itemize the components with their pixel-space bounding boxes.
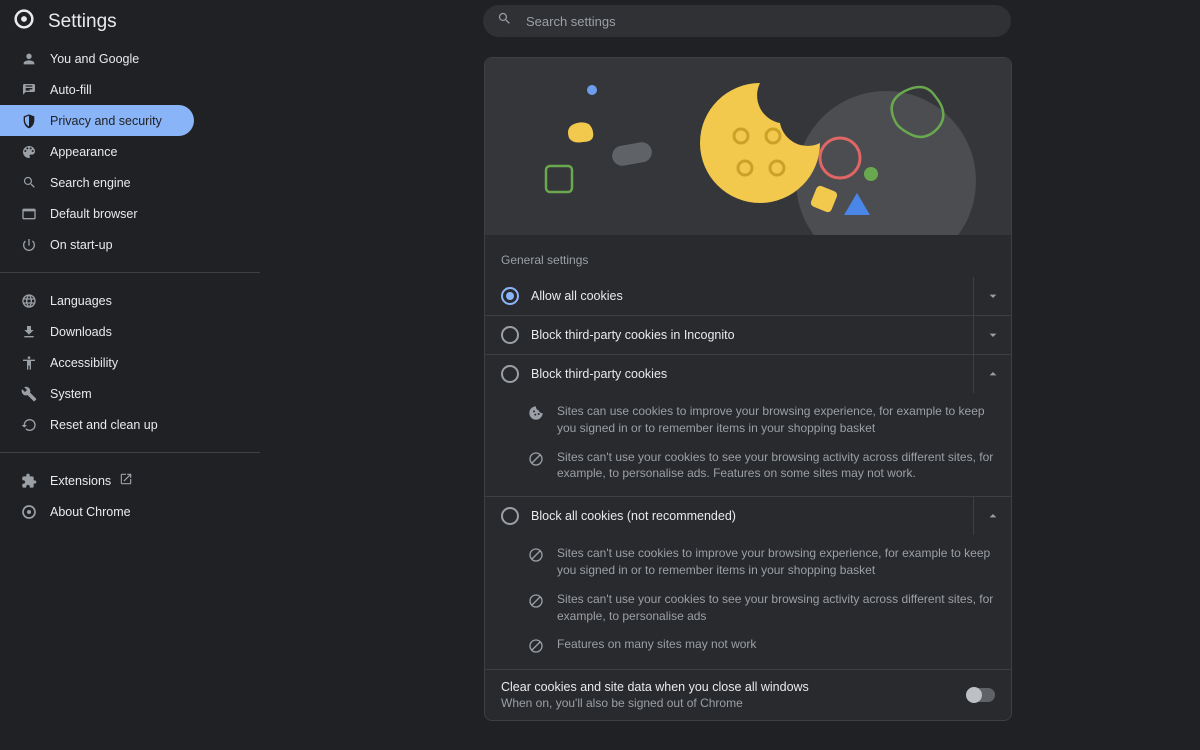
languages-icon <box>20 292 38 310</box>
detail-text: Sites can't use your cookies to see your… <box>557 449 995 483</box>
sidebar-label: On start-up <box>50 238 113 252</box>
detail-row: Sites can't use your cookies to see your… <box>485 585 1011 631</box>
sidebar-label: Appearance <box>50 145 117 159</box>
sidebar-item-about-chrome[interactable]: About Chrome <box>0 496 260 527</box>
radio-label: Block third-party cookies in Incognito <box>531 328 973 342</box>
sidebar-label: Search engine <box>50 176 131 190</box>
cookie-option-allow-all: Allow all cookies <box>485 277 1011 315</box>
about-chrome-icon <box>20 503 38 521</box>
search-bar[interactable] <box>483 5 1011 37</box>
chevron-down-icon[interactable] <box>973 316 1011 354</box>
appearance-icon <box>20 143 38 161</box>
detail-row: Sites can't use cookies to improve your … <box>485 539 1011 585</box>
sidebar: You and Google Auto-fill Privacy and secur… <box>0 43 260 527</box>
radio-label: Block third-party cookies <box>531 367 973 381</box>
detail-text: Features on many sites may not work <box>557 636 756 655</box>
radio-block-tp[interactable] <box>501 365 519 383</box>
sidebar-item-accessibility[interactable]: Accessibility <box>0 347 260 378</box>
clear-cookies-row: Clear cookies and site data when you clo… <box>485 669 1011 720</box>
cookie-icon <box>527 404 545 422</box>
detail-row: Sites can't use your cookies to see your… <box>485 443 1011 489</box>
detail-row: Features on many sites may not work <box>485 630 1011 661</box>
sidebar-label: Extensions <box>50 474 111 488</box>
sidebar-item-search-engine[interactable]: Search engine <box>0 167 260 198</box>
radio-allow-all[interactable] <box>501 287 519 305</box>
sidebar-label: Accessibility <box>50 356 118 370</box>
search-engine-icon <box>20 174 38 192</box>
sidebar-label: Privacy and security <box>50 114 162 128</box>
clear-cookies-toggle[interactable] <box>967 688 995 702</box>
divider <box>0 272 260 273</box>
block-icon <box>527 450 545 468</box>
sidebar-item-system[interactable]: System <box>0 378 260 409</box>
auto-fill-icon <box>20 81 38 99</box>
radio-block-tp-incognito[interactable] <box>501 326 519 344</box>
on-start-up-icon <box>20 236 38 254</box>
external-link-icon <box>119 472 133 489</box>
chevron-down-icon[interactable] <box>973 277 1011 315</box>
block-icon <box>527 637 545 655</box>
divider <box>0 452 260 453</box>
hero-illustration <box>485 58 1011 235</box>
sidebar-item-you-and-google[interactable]: You and Google <box>0 43 260 74</box>
privacy-and-security-icon <box>20 112 38 130</box>
sidebar-item-default-browser[interactable]: Default browser <box>0 198 260 229</box>
sidebar-label: Reset and clean up <box>50 418 158 432</box>
radio-label: Allow all cookies <box>531 289 973 303</box>
page-title: Settings <box>48 11 117 33</box>
cookie-option-block-all: Block all cookies (not recommended) Sites… <box>485 496 1011 669</box>
sidebar-label: About Chrome <box>50 505 131 519</box>
sidebar-item-auto-fill[interactable]: Auto-fill <box>0 74 260 105</box>
detail-row: Sites can use cookies to improve your br… <box>485 397 1011 443</box>
clear-cookies-title: Clear cookies and site data when you clo… <box>501 680 967 694</box>
sidebar-item-reset-and-clean-up[interactable]: Reset and clean up <box>0 409 260 440</box>
detail-text: Sites can't use your cookies to see your… <box>557 591 995 625</box>
extensions-icon <box>20 472 38 490</box>
reset-and-clean-up-icon <box>20 416 38 434</box>
sidebar-item-privacy-and-security[interactable]: Privacy and security <box>0 105 194 136</box>
clear-cookies-sub: When on, you'll also be signed out of Ch… <box>501 696 967 710</box>
search-input[interactable] <box>526 14 997 29</box>
sidebar-label: Downloads <box>50 325 112 339</box>
sidebar-item-appearance[interactable]: Appearance <box>0 136 260 167</box>
block-icon <box>527 592 545 610</box>
cookie-option-block-tp-incognito: Block third-party cookies in Incognito <box>485 315 1011 354</box>
sidebar-label: Languages <box>50 294 112 308</box>
section-title: General settings <box>485 235 1011 277</box>
sidebar-label: System <box>50 387 92 401</box>
default-browser-icon <box>20 205 38 223</box>
block-icon <box>527 546 545 564</box>
chevron-up-icon[interactable] <box>973 355 1011 393</box>
detail-text: Sites can use cookies to improve your br… <box>557 403 995 437</box>
sidebar-label: Auto-fill <box>50 83 92 97</box>
downloads-icon <box>20 323 38 341</box>
cookie-option-block-tp: Block third-party cookies Sites can use c… <box>485 354 1011 496</box>
sidebar-item-downloads[interactable]: Downloads <box>0 316 260 347</box>
system-icon <box>20 385 38 403</box>
chevron-up-icon[interactable] <box>973 497 1011 535</box>
you-and-google-icon <box>20 50 38 68</box>
sidebar-item-extensions[interactable]: Extensions <box>0 465 260 496</box>
search-icon <box>497 11 526 31</box>
radio-label: Block all cookies (not recommended) <box>531 509 973 523</box>
detail-text: Sites can't use cookies to improve your … <box>557 545 995 579</box>
chrome-icon <box>14 9 34 34</box>
cookie-options: Allow all cookies Block third-party cooki… <box>485 277 1011 669</box>
sidebar-item-on-start-up[interactable]: On start-up <box>0 229 260 260</box>
sidebar-label: You and Google <box>50 52 139 66</box>
sidebar-label: Default browser <box>50 207 138 221</box>
accessibility-icon <box>20 354 38 372</box>
main-panel: General settings Allow all cookies Block … <box>484 57 1012 721</box>
sidebar-item-languages[interactable]: Languages <box>0 285 260 316</box>
radio-block-all[interactable] <box>501 507 519 525</box>
